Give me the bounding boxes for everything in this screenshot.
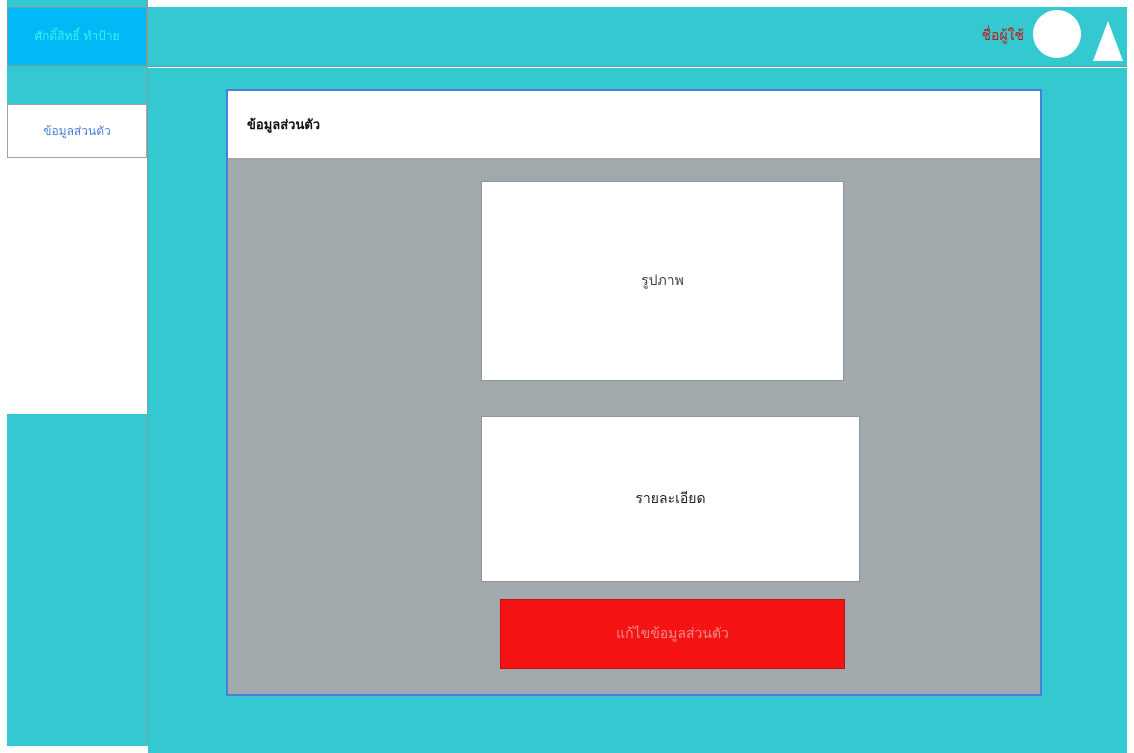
app-root: ศักดิ์สิทธิ์ ทำป้าย ชื่อผู้ใช้ ข้อมูลส่ว… [0,0,1134,753]
detail-label: รายละเอียด [635,491,706,507]
edit-profile-button[interactable]: แก้ไขข้อมูลส่วนตัว [500,599,845,669]
sidebar-item-profile[interactable]: ข้อมูลส่วนตัว [7,104,147,158]
profile-image-box: รูปภาพ [481,181,844,381]
top-bar: ชื่อผู้ใช้ [148,7,1127,67]
triangle-icon[interactable] [1093,21,1123,61]
sidebar-gap [7,68,147,104]
image-label: รูปภาพ [641,273,684,289]
brand-logo[interactable]: ศักดิ์สิทธิ์ ทำป้าย [7,7,147,66]
brand-label: ศักดิ์สิทธิ์ ทำป้าย [34,29,120,43]
sidebar-panel [7,158,147,414]
edit-button-label: แก้ไขข้อมูลส่วนตัว [616,626,729,642]
panel-header: ข้อมูลส่วนตัว [228,91,1040,158]
username-label[interactable]: ชื่อผู้ใช้ [982,25,1024,47]
avatar[interactable] [1033,10,1081,58]
profile-panel: ข้อมูลส่วนตัว รูปภาพ รายละเอียด แก้ไขข้อ… [226,89,1042,696]
profile-detail-box: รายละเอียด [481,416,860,582]
panel-title: ข้อมูลส่วนตัว [247,118,321,133]
sidebar-item-label: ข้อมูลส่วนตัว [43,123,111,138]
